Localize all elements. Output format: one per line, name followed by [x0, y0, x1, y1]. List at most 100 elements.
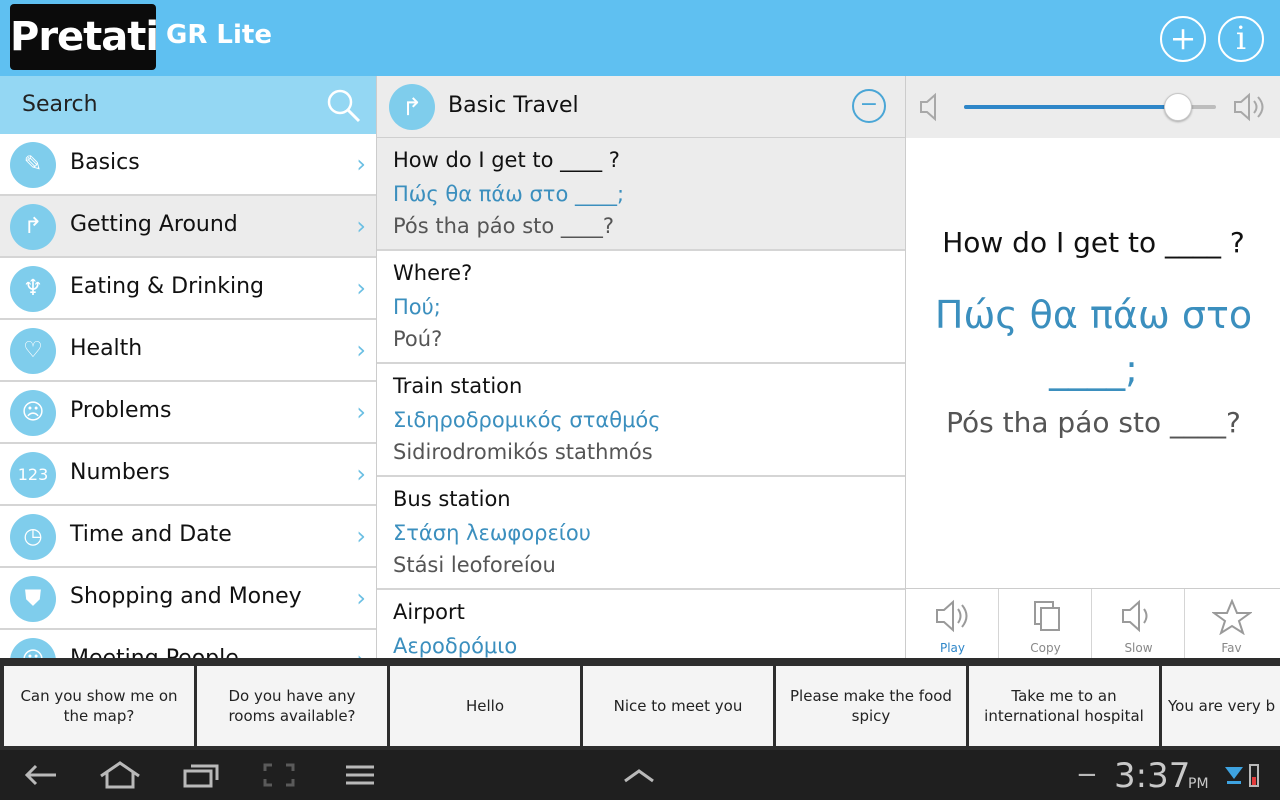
chevron-right-icon: › [356, 398, 366, 426]
detail-transliteration: Pós tha páo sto ____? [946, 406, 1241, 439]
category-label: Health [70, 336, 143, 361]
quick-phrase-button[interactable]: Nice to meet you [583, 666, 773, 746]
phrase-item[interactable]: Bus station Στάση λεωφορείου Stási leofo… [377, 477, 905, 590]
category-item-problems[interactable]: ☹ Problems › [0, 382, 376, 444]
plus-circle-icon: + [1169, 19, 1197, 57]
shopping-bag-icon: ⛊ [10, 576, 56, 622]
phrase-item[interactable]: Airport Αεροδρόμιο [377, 590, 905, 658]
category-label: Eating & Drinking [70, 274, 264, 299]
copy-icon [1034, 601, 1060, 631]
phrase-item[interactable]: How do I get to ____ ? Πώς θα πάω στο __… [377, 138, 905, 251]
section-title: Basic Travel [448, 93, 579, 118]
info-circle-icon: i [1235, 19, 1247, 57]
info-button[interactable]: i [1218, 16, 1264, 62]
category-item-shopping-money[interactable]: ⛊ Shopping and Money › [0, 568, 376, 630]
screenshot-icon[interactable] [262, 762, 296, 788]
quick-phrase-button[interactable]: Hello [390, 666, 580, 746]
category-label: Problems [70, 398, 172, 423]
phrase-detail: How do I get to ____ ? Πώς θα πάω στο __… [905, 138, 1280, 588]
phrase-greek: Σιδηροδρομικός σταθμός [393, 408, 661, 432]
detail-english: How do I get to ____ ? [942, 226, 1245, 259]
quick-phrase-button[interactable]: Please make the food spicy [776, 666, 966, 746]
phrase-list: How do I get to ____ ? Πώς θα πάω στο __… [376, 138, 905, 658]
status-ampm: PM [1188, 776, 1209, 792]
battery-icon [1249, 764, 1259, 787]
speaker-loud-icon [1234, 92, 1264, 122]
play-button[interactable]: Play [906, 589, 999, 659]
sad-face-icon: ☹ [10, 390, 56, 436]
volume-slider-knob[interactable] [1164, 93, 1193, 121]
slow-button[interactable]: Slow [1092, 589, 1185, 659]
category-label: Basics [70, 150, 140, 175]
numbers-icon: 123 [10, 452, 56, 498]
category-list: ✎ Basics › ↱ Getting Around › ♆ Eating &… [0, 134, 376, 658]
quick-phrase-button[interactable]: Do you have any rooms available? [197, 666, 387, 746]
phrase-english: Bus station [393, 487, 511, 511]
chevron-right-icon: › [356, 584, 366, 612]
pencil-icon: ✎ [10, 142, 56, 188]
phrase-transliteration: Stási leoforeíou [393, 553, 556, 577]
category-label: Shopping and Money [70, 584, 302, 609]
chevron-right-icon: › [356, 150, 366, 178]
quick-phrase-button[interactable]: Can you show me on the map? [4, 666, 194, 746]
search-bar[interactable]: Search [0, 76, 376, 134]
search-label: Search [22, 92, 98, 117]
category-label: Meeting People [70, 646, 239, 658]
fav-button[interactable]: Fav [1185, 589, 1278, 659]
phrase-greek: Στάση λεωφορείου [393, 521, 591, 545]
people-icon: ☺ [10, 638, 56, 658]
category-item-meeting-people[interactable]: ☺ Meeting People › [0, 630, 376, 658]
clock-calendar-icon: ◷ [10, 514, 56, 560]
recent-apps-icon[interactable] [182, 762, 220, 788]
chevron-right-icon: › [356, 212, 366, 240]
quick-phrase-button[interactable]: You are very b [1162, 666, 1280, 746]
add-button[interactable]: + [1160, 16, 1206, 62]
collapse-button[interactable]: − [852, 89, 886, 123]
category-item-numbers[interactable]: 123 Numbers › [0, 444, 376, 506]
category-item-time-date[interactable]: ◷ Time and Date › [0, 506, 376, 568]
back-icon[interactable] [22, 762, 58, 788]
arrow-turn-icon: ↱ [389, 84, 435, 130]
speaker-icon [936, 599, 968, 633]
signal-icon [1225, 767, 1243, 784]
search-icon[interactable] [326, 88, 362, 124]
speaker-mute-icon [920, 92, 936, 122]
minus-circle-icon: − [859, 92, 879, 117]
app-logo: Pretati [10, 4, 159, 70]
category-item-health[interactable]: ♡ Health › [0, 320, 376, 382]
quick-phrase-bar: Can you show me on the map? Do you have … [0, 658, 1280, 750]
copy-button[interactable]: Copy [999, 589, 1092, 659]
phrase-item[interactable]: Train station Σιδηροδρομικός σταθμός Sid… [377, 364, 905, 477]
phrase-item[interactable]: Where? Πού; Poú? [377, 251, 905, 364]
volume-bar [905, 76, 1280, 138]
star-icon [1212, 599, 1252, 635]
chevron-right-icon: › [356, 274, 366, 302]
category-label: Getting Around [70, 212, 238, 237]
chevron-up-icon[interactable] [622, 768, 656, 784]
app-subtitle: GR Lite [166, 20, 272, 50]
phrase-english: Train station [393, 374, 523, 398]
stethoscope-icon: ♡ [10, 328, 56, 374]
category-item-eating-drinking[interactable]: ♆ Eating & Drinking › [0, 258, 376, 320]
home-icon[interactable] [98, 760, 142, 790]
chevron-right-icon: › [356, 646, 366, 658]
food-icon: ♆ [10, 266, 56, 312]
volume-slider[interactable] [964, 93, 1216, 121]
phrase-english: Where? [393, 261, 473, 285]
quick-phrase-button[interactable]: Take me to an international hospital [969, 666, 1159, 746]
chevron-right-icon: › [356, 336, 366, 364]
copy-label: Copy [1030, 641, 1061, 655]
phrase-transliteration: Sidirodromikós stathmós [393, 440, 653, 464]
category-item-basics[interactable]: ✎ Basics › [0, 134, 376, 196]
play-label: Play [939, 641, 966, 655]
speaker-slow-icon [1122, 599, 1148, 633]
app-header: Pretati GR Lite + i [0, 0, 1280, 76]
detail-greek: Πώς θα πάω στο ____; [934, 293, 1253, 391]
minimize-icon: − [1076, 760, 1098, 790]
system-navigation-bar: − 3:37 PM [0, 750, 1280, 800]
phrase-transliteration: Poú? [393, 327, 443, 351]
category-item-getting-around[interactable]: ↱ Getting Around › [0, 196, 376, 258]
menu-icon[interactable] [344, 764, 376, 786]
category-label: Numbers [70, 460, 170, 485]
category-label: Time and Date [70, 522, 232, 547]
